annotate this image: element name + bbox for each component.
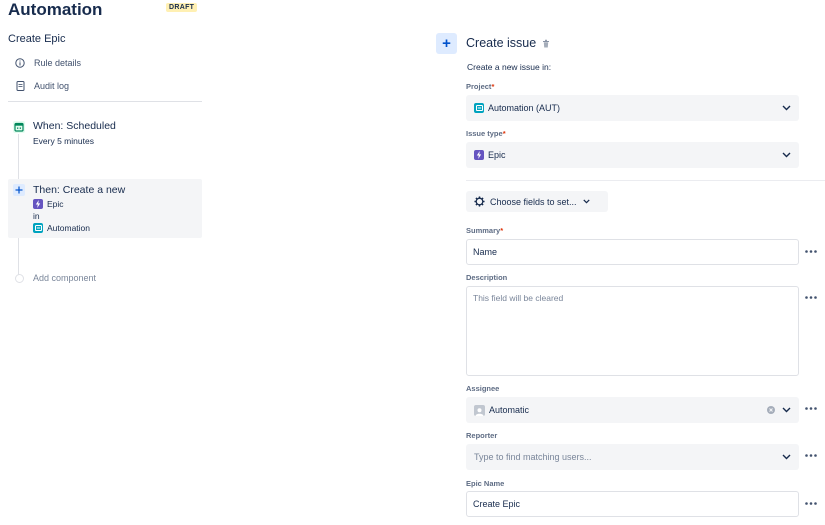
trigger-title[interactable]: When: Scheduled (33, 120, 116, 132)
rule-name: Create Epic (8, 33, 66, 45)
summary-label: Summary* (466, 226, 504, 235)
calendar-icon (13, 121, 25, 133)
action-project-label: Automation (47, 223, 90, 233)
action-title: Then: Create a new (33, 184, 126, 196)
chevron-down-icon (781, 452, 791, 462)
summary-input[interactable]: Name (466, 239, 799, 265)
issue-type-select-value: Epic (488, 150, 506, 160)
reporter-placeholder: Type to find matching users... (474, 452, 592, 462)
project-select-value: Automation (AUT) (488, 103, 561, 113)
gear-icon (474, 196, 485, 207)
description-label: Description (466, 273, 508, 282)
issue-type-label: Issue type* (466, 129, 506, 138)
nav-rule-details[interactable]: Rule details (14, 55, 81, 71)
chevron-down-icon (781, 150, 791, 160)
project-label: Project* (466, 82, 495, 91)
choose-fields-label: Choose fields to set... (490, 196, 577, 207)
editor-subtitle: Create a new issue in: (467, 62, 552, 72)
action-issue-type: Epic (33, 199, 64, 209)
trash-icon[interactable] (542, 39, 550, 48)
action-issue-type-label: Epic (47, 199, 64, 209)
reporter-select[interactable]: Type to find matching users... (466, 444, 799, 470)
create-issue-plus-button[interactable]: + (436, 33, 457, 54)
reporter-label: Reporter (466, 431, 498, 440)
assignee-select[interactable]: Automatic (466, 397, 799, 423)
project-select[interactable]: Automation (AUT) (466, 95, 799, 121)
assignee-select-value: Automatic (489, 405, 530, 415)
choose-fields-button[interactable]: Choose fields to set... (466, 191, 608, 212)
more-icon[interactable] (804, 450, 818, 460)
add-component-dot (15, 274, 24, 283)
plus-icon (13, 184, 25, 196)
epic-icon (33, 199, 43, 209)
issue-type-select[interactable]: Epic (466, 142, 799, 168)
nav-audit-log-label: Audit log (34, 81, 70, 91)
chevron-down-icon (582, 199, 590, 204)
editor-title: Create issue (466, 36, 550, 50)
more-icon[interactable] (804, 292, 818, 302)
section-divider (466, 180, 825, 181)
trigger-subtitle: Every 5 minutes (33, 136, 94, 146)
clear-icon[interactable] (767, 406, 775, 414)
divider (8, 101, 202, 102)
epic-name-input[interactable]: Create Epic (466, 491, 799, 517)
chevron-down-icon (781, 103, 791, 113)
app-title: Automation (8, 0, 103, 19)
document-icon (14, 80, 26, 92)
status-badge: DRAFT (166, 3, 198, 12)
more-icon[interactable] (804, 403, 818, 413)
info-icon (14, 57, 26, 69)
project-icon (474, 103, 484, 113)
assignee-label: Assignee (466, 384, 500, 393)
more-icon[interactable] (804, 246, 818, 256)
action-connector: in (33, 211, 40, 221)
plus-icon: + (442, 35, 451, 52)
epic-name-label: Epic Name (466, 479, 505, 488)
description-textarea[interactable]: This field will be cleared (466, 286, 799, 376)
nav-rule-details-label: Rule details (34, 58, 82, 68)
more-icon[interactable] (804, 498, 818, 508)
add-component-button[interactable]: Add component (33, 273, 96, 283)
project-icon (33, 223, 43, 233)
avatar-icon (474, 404, 485, 416)
epic-icon (474, 150, 484, 160)
nav-audit-log[interactable]: Audit log (14, 78, 69, 94)
action-project: Automation (33, 223, 90, 233)
editor-title-text: Create issue (466, 36, 537, 50)
chevron-down-icon (781, 405, 791, 415)
